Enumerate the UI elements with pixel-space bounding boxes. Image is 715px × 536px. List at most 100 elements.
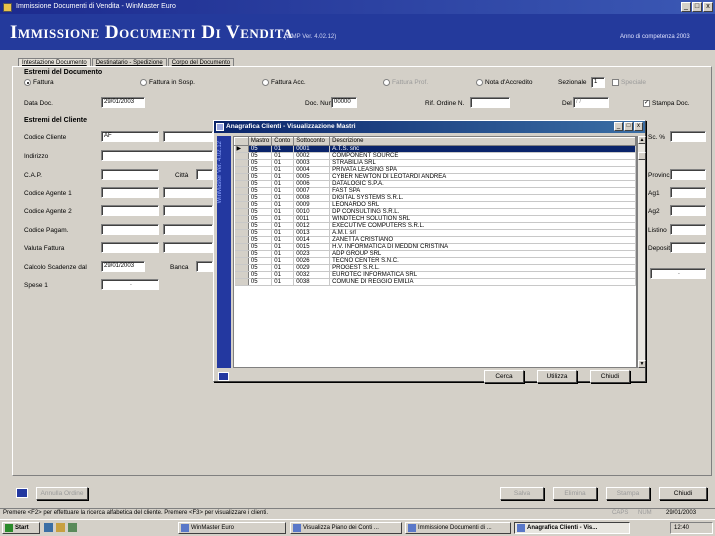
row-selector[interactable] (234, 250, 249, 258)
table-row[interactable]: 05 01 0011 WINDTECH SOLUTION SRL (234, 215, 636, 223)
del-input[interactable]: / / (573, 97, 609, 108)
sezionale-input[interactable]: 1 (591, 77, 605, 88)
row-selector[interactable] (234, 159, 249, 167)
table-row[interactable]: 05 01 0012 EXECUTIVE COMPUTERS S.R.L. (234, 222, 636, 230)
doc-numero-input[interactable]: 00000 (331, 97, 357, 108)
deposito-input[interactable] (670, 242, 706, 253)
row-selector[interactable] (234, 152, 249, 160)
table-row[interactable]: 05 01 0009 LEONARDO SRL (234, 201, 636, 209)
app-icon[interactable] (3, 3, 12, 12)
table-row[interactable]: 05 01 0007 FAST SPA (234, 187, 636, 195)
scroll-down-arrow-icon[interactable]: ▼ (638, 360, 646, 368)
table-row[interactable]: 05 01 0014 ZANETTA CRISTIANO (234, 236, 636, 244)
table-row[interactable]: 05 01 0026 TECNO CENTER S.N.C. (234, 257, 636, 265)
row-selector[interactable]: ▶ (234, 145, 249, 153)
chiudi-button[interactable]: Chiudi (659, 487, 707, 500)
taskbar-item-anagrafica[interactable]: Anagrafica Clienti - Vis... (514, 522, 630, 534)
grid-scrollbar[interactable]: ▲ ▼ (637, 136, 646, 368)
radio-fattura-acc[interactable]: Fattura Acc. (262, 79, 306, 86)
ag1-input[interactable] (670, 187, 706, 198)
row-selector[interactable] (234, 271, 249, 279)
elimina-button[interactable]: Elimina (553, 487, 597, 500)
listino-input[interactable] (670, 224, 706, 235)
table-row[interactable]: 05 01 0013 A.M.I. srl (234, 229, 636, 237)
banca-input[interactable] (196, 261, 213, 272)
row-selector[interactable] (234, 173, 249, 181)
codice-cliente-input[interactable]: AF (101, 131, 159, 142)
scroll-thumb[interactable] (638, 152, 646, 160)
table-row[interactable]: 05 01 0010 DP CONSULTING S.R.L. (234, 208, 636, 216)
column-header-conto[interactable]: Conto (271, 137, 295, 146)
salva-button[interactable]: Salva (500, 487, 544, 500)
dialog-icon[interactable] (216, 123, 224, 131)
sconto-input[interactable] (670, 131, 706, 142)
row-selector[interactable] (234, 243, 249, 251)
row-selector[interactable] (234, 194, 249, 202)
data-doc-input[interactable]: 29/01/2003 (101, 97, 145, 108)
column-header-sottoconto[interactable]: Sottoconto (293, 137, 331, 146)
citta-input[interactable] (196, 169, 213, 180)
rif-ordine-input[interactable] (470, 97, 510, 108)
row-selector[interactable] (234, 187, 249, 195)
row-selector[interactable] (234, 201, 249, 209)
column-header-descrizione[interactable]: Descrizione (329, 137, 636, 146)
table-row[interactable]: 05 01 0015 H.V. INFORMATICA DI MEDDNI CRIST… (234, 243, 636, 251)
column-header-mastro[interactable]: Mastro (247, 137, 273, 146)
close-button[interactable]: x (703, 2, 713, 12)
row-selector[interactable] (234, 264, 249, 272)
calcolo-scadenze-input[interactable]: 29/01/2003 (101, 261, 145, 272)
dialog-close-button[interactable]: x (634, 122, 643, 131)
start-button[interactable]: Start (2, 522, 40, 534)
pagam-input[interactable] (101, 224, 159, 235)
table-row[interactable]: ▶ 05 01 0001 A.T.S. snc (234, 145, 636, 153)
taskbar-item-piano-conti[interactable]: Visualizza Piano dei Conti ... (290, 522, 402, 534)
table-row[interactable]: 05 01 0005 CYBER NEWTON DI LEOTARDI ANDREA (234, 173, 636, 181)
table-row[interactable]: 05 01 0002 COMPONENT SOURCE (234, 152, 636, 160)
row-selector[interactable] (234, 166, 249, 174)
row-selector[interactable] (234, 229, 249, 237)
stampa-doc-checkbox[interactable]: ✓ Stampa Doc. (643, 100, 690, 107)
table-row[interactable]: 05 01 0006 DATALOGIC S.P.A. (234, 180, 636, 188)
dialog-minimize-button[interactable]: _ (614, 122, 623, 131)
indirizzo-input[interactable] (101, 150, 213, 161)
table-row[interactable]: 05 01 0023 ADP GROUP SRL (234, 250, 636, 258)
table-row[interactable]: 05 01 0038 COMUNE DI REGGIO EMILIA (234, 278, 636, 286)
minimize-button[interactable]: _ (681, 2, 691, 12)
spese-input[interactable]: . (101, 279, 159, 290)
taskbar-item-winmaster[interactable]: WinMaster Euro (178, 522, 286, 534)
row-selector[interactable] (234, 215, 249, 223)
dialog-maximize-button[interactable]: □ (624, 122, 633, 131)
stampa-button[interactable]: Stampa (606, 487, 650, 500)
ag2-input[interactable] (670, 205, 706, 216)
cap-input[interactable] (101, 169, 159, 180)
cerca-button[interactable]: Cerca (484, 370, 524, 383)
row-selector[interactable] (234, 278, 249, 286)
row-selector[interactable] (234, 180, 249, 188)
scroll-up-arrow-icon[interactable]: ▲ (638, 136, 646, 144)
table-row[interactable]: 05 01 0003 STRABILIA SRL (234, 159, 636, 167)
table-row[interactable]: 05 01 0008 DIGITAL SYSTEMS S.R.L. (234, 194, 636, 202)
agente1-input[interactable] (101, 187, 159, 198)
row-selector[interactable] (234, 257, 249, 265)
maximize-button[interactable]: □ (692, 2, 702, 12)
utilizza-button[interactable]: Utilizza (537, 370, 577, 383)
taskbar-item-immissione[interactable]: Immissione Documenti di ... (405, 522, 511, 534)
agente2-input[interactable] (101, 205, 159, 216)
annulla-ordine-button[interactable]: Annulla Ordine (36, 487, 88, 500)
right-value-input[interactable]: . (650, 268, 706, 279)
row-selector[interactable] (234, 222, 249, 230)
radio-fattura-sosp[interactable]: Fattura in Sosp. (140, 79, 195, 86)
ragione-sociale-input[interactable] (163, 131, 213, 142)
row-selector[interactable] (234, 208, 249, 216)
provincia-input[interactable] (670, 169, 706, 180)
outlook-icon[interactable] (56, 523, 65, 532)
radio-nota-accredito[interactable]: Nota d'Accredito (476, 79, 533, 86)
ie-icon[interactable] (44, 523, 53, 532)
radio-fattura[interactable]: Fattura (24, 79, 54, 86)
table-row[interactable]: 05 01 0004 PRIVATA LEASING SPA (234, 166, 636, 174)
row-selector[interactable] (234, 236, 249, 244)
table-row[interactable]: 05 01 0029 PROGEST S.R.L. (234, 264, 636, 272)
dialog-chiudi-button[interactable]: Chiudi (590, 370, 630, 383)
valuta-input[interactable] (101, 242, 159, 253)
desktop-icon[interactable] (68, 523, 77, 532)
